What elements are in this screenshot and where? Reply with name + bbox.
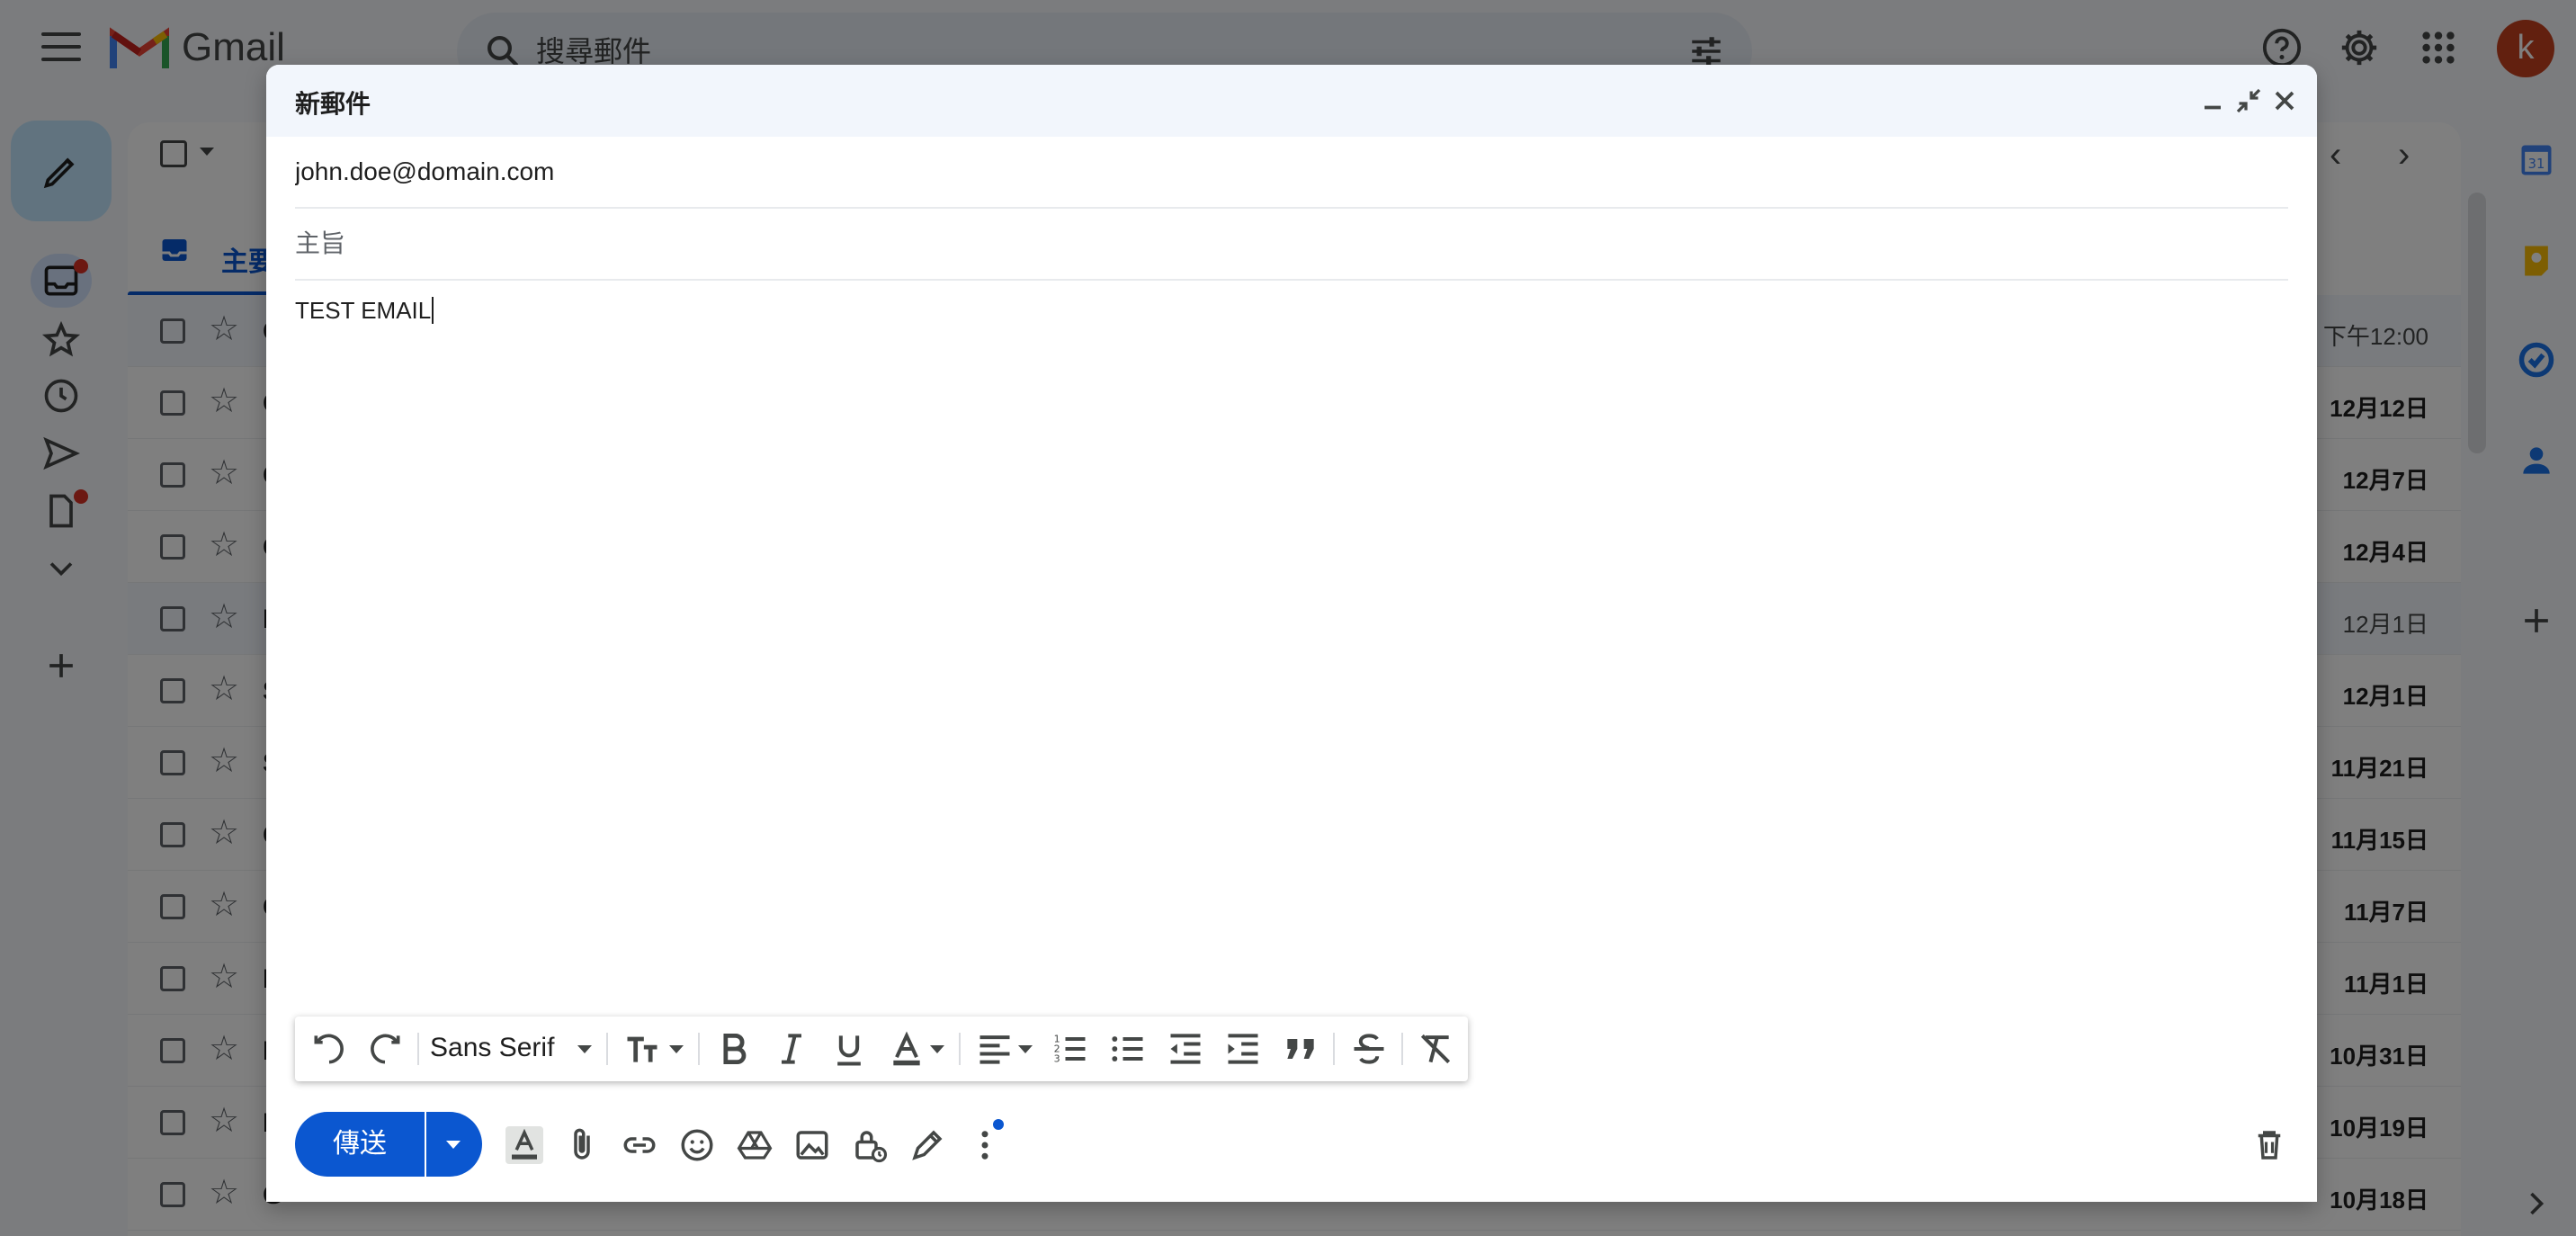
underline-icon[interactable] bbox=[829, 1029, 869, 1069]
exit-full-screen-icon[interactable] bbox=[2232, 85, 2265, 117]
compose-dialog: 新郵件 TEST EMAIL Sans Serif 123 bbox=[266, 65, 2317, 1202]
compose-title: 新郵件 bbox=[295, 90, 371, 118]
compose-header: 新郵件 bbox=[266, 65, 2317, 137]
toolbar-divider bbox=[606, 1033, 608, 1065]
quote-icon[interactable] bbox=[1281, 1029, 1320, 1069]
confidential-mode-icon[interactable] bbox=[851, 1126, 889, 1164]
formatting-options-icon[interactable] bbox=[505, 1126, 543, 1164]
insert-link-icon[interactable] bbox=[621, 1126, 658, 1164]
toolbar-divider bbox=[417, 1033, 419, 1065]
more-options-icon[interactable] bbox=[966, 1126, 1004, 1164]
align-icon[interactable] bbox=[975, 1029, 1015, 1069]
font-size-icon[interactable] bbox=[622, 1029, 662, 1069]
bulleted-list-icon[interactable] bbox=[1108, 1029, 1148, 1069]
toolbar-divider bbox=[698, 1033, 700, 1065]
redo-icon[interactable] bbox=[365, 1029, 405, 1069]
align-chevron-icon[interactable] bbox=[1018, 1045, 1033, 1053]
insert-photo-icon[interactable] bbox=[793, 1126, 831, 1164]
text-color-chevron-icon[interactable] bbox=[930, 1045, 944, 1053]
insert-emoji-icon[interactable] bbox=[678, 1126, 716, 1164]
to-field[interactable] bbox=[295, 137, 2288, 209]
text-color-icon[interactable] bbox=[887, 1029, 926, 1069]
close-icon[interactable] bbox=[2268, 85, 2301, 117]
google-drive-icon[interactable] bbox=[736, 1126, 774, 1164]
numbered-list-icon[interactable]: 123 bbox=[1051, 1029, 1090, 1069]
subject-field[interactable] bbox=[295, 209, 2288, 281]
font-size-chevron-icon[interactable] bbox=[669, 1045, 684, 1053]
discard-trash-icon[interactable] bbox=[2250, 1126, 2288, 1164]
subject-input[interactable] bbox=[295, 209, 2288, 279]
more-options-notification-dot bbox=[993, 1119, 1004, 1130]
formatting-toolbar: Sans Serif 123 bbox=[295, 1017, 1468, 1081]
text-cursor bbox=[432, 297, 434, 324]
toolbar-divider bbox=[1401, 1033, 1403, 1065]
indent-more-icon[interactable] bbox=[1223, 1029, 1263, 1069]
strikethrough-icon[interactable] bbox=[1349, 1029, 1389, 1069]
message-body[interactable]: TEST EMAIL bbox=[295, 297, 2288, 1070]
schedule-send-dropdown[interactable] bbox=[426, 1112, 482, 1177]
toolbar-divider bbox=[1333, 1033, 1335, 1065]
to-input[interactable] bbox=[295, 137, 2288, 207]
toolbar-divider bbox=[959, 1033, 961, 1065]
font-family-select[interactable]: Sans Serif bbox=[430, 1033, 554, 1063]
font-family-chevron-icon[interactable] bbox=[577, 1045, 592, 1053]
italic-icon[interactable] bbox=[772, 1029, 811, 1069]
remove-formatting-icon[interactable] bbox=[1416, 1029, 1455, 1069]
bold-icon[interactable] bbox=[714, 1029, 754, 1069]
schedule-send-chevron-icon bbox=[446, 1141, 461, 1149]
minimize-icon[interactable] bbox=[2196, 85, 2229, 117]
attach-file-icon[interactable] bbox=[563, 1126, 601, 1164]
undo-icon[interactable] bbox=[309, 1029, 349, 1069]
indent-less-icon[interactable] bbox=[1166, 1029, 1205, 1069]
message-body-text: TEST EMAIL bbox=[295, 297, 432, 324]
insert-signature-icon[interactable] bbox=[908, 1126, 946, 1164]
svg-text:3: 3 bbox=[1054, 1053, 1060, 1065]
send-button[interactable]: 傳送 bbox=[295, 1112, 425, 1177]
